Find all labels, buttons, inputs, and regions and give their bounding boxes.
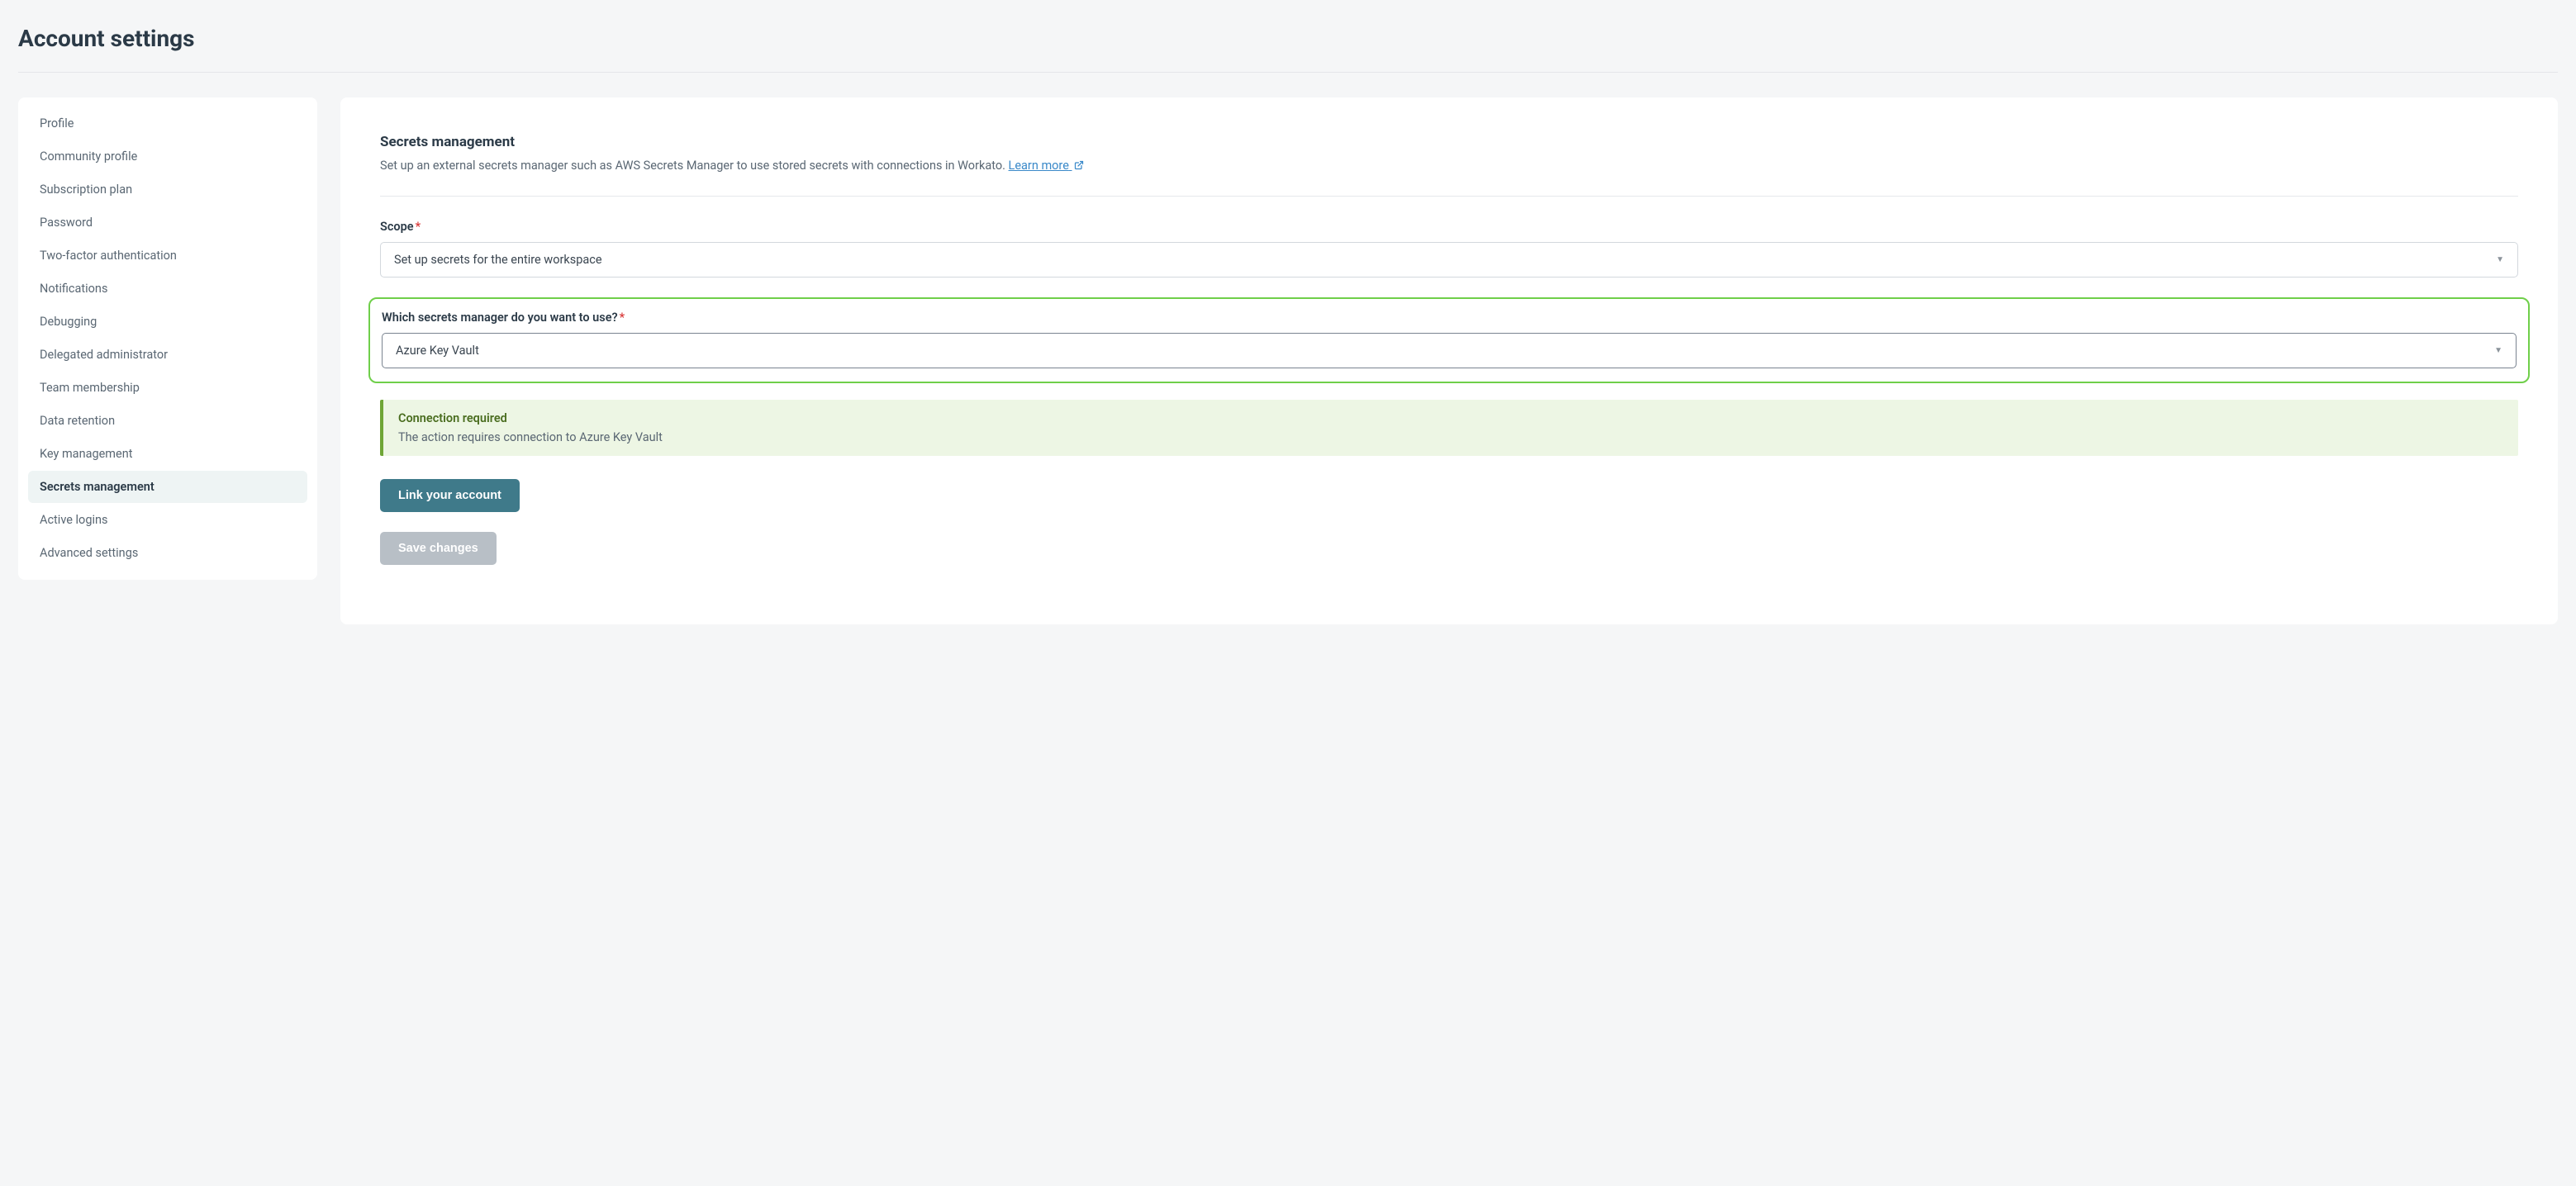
- sidebar-item-secrets-management[interactable]: Secrets management: [28, 471, 307, 503]
- sidebar-item-debugging[interactable]: Debugging: [28, 306, 307, 338]
- scope-label: Scope*: [380, 220, 2518, 234]
- highlighted-manager-field: Which secrets manager do you want to use…: [368, 297, 2530, 383]
- section-description-text: Set up an external secrets manager such …: [380, 159, 1005, 173]
- sidebar-item-key-management[interactable]: Key management: [28, 438, 307, 470]
- scope-select-value: Set up secrets for the entire workspace: [394, 253, 602, 267]
- link-account-button[interactable]: Link your account: [380, 479, 520, 512]
- banner-text: The action requires connection to Azure …: [398, 430, 2503, 444]
- learn-more-link[interactable]: Learn more: [1009, 159, 1084, 173]
- sidebar-item-team-membership[interactable]: Team membership: [28, 372, 307, 404]
- connection-required-banner: Connection required The action requires …: [380, 400, 2518, 456]
- sidebar-item-notifications[interactable]: Notifications: [28, 273, 307, 305]
- scope-field: Scope* Set up secrets for the entire wor…: [380, 220, 2518, 278]
- manager-select[interactable]: Azure Key Vault ▼: [382, 333, 2517, 368]
- sidebar-item-subscription-plan[interactable]: Subscription plan: [28, 173, 307, 206]
- sidebar: Profile Community profile Subscription p…: [18, 97, 317, 580]
- manager-label: Which secrets manager do you want to use…: [382, 311, 2517, 325]
- chevron-down-icon: ▼: [2496, 255, 2504, 264]
- sidebar-item-two-factor-authentication[interactable]: Two-factor authentication: [28, 240, 307, 272]
- required-indicator: *: [416, 220, 421, 234]
- sidebar-item-password[interactable]: Password: [28, 206, 307, 239]
- page-title: Account settings: [18, 17, 2558, 72]
- divider: [18, 72, 2558, 73]
- sidebar-item-active-logins[interactable]: Active logins: [28, 504, 307, 536]
- section-title: Secrets management: [380, 134, 2518, 150]
- section-description: Set up an external secrets manager such …: [380, 157, 2518, 176]
- save-changes-button: Save changes: [380, 532, 497, 565]
- scope-select[interactable]: Set up secrets for the entire workspace …: [380, 242, 2518, 278]
- sidebar-item-community-profile[interactable]: Community profile: [28, 140, 307, 173]
- main-content: Secrets management Set up an external se…: [340, 97, 2558, 624]
- sidebar-item-advanced-settings[interactable]: Advanced settings: [28, 537, 307, 569]
- manager-select-value: Azure Key Vault: [396, 344, 479, 358]
- learn-more-label: Learn more: [1009, 159, 1069, 173]
- required-indicator: *: [620, 311, 625, 325]
- banner-title: Connection required: [398, 411, 2503, 425]
- section-divider: [380, 196, 2518, 197]
- sidebar-item-profile[interactable]: Profile: [28, 107, 307, 140]
- sidebar-item-data-retention[interactable]: Data retention: [28, 405, 307, 437]
- external-link-icon: [1074, 158, 1084, 176]
- sidebar-item-delegated-administrator[interactable]: Delegated administrator: [28, 339, 307, 371]
- chevron-down-icon: ▼: [2494, 346, 2502, 355]
